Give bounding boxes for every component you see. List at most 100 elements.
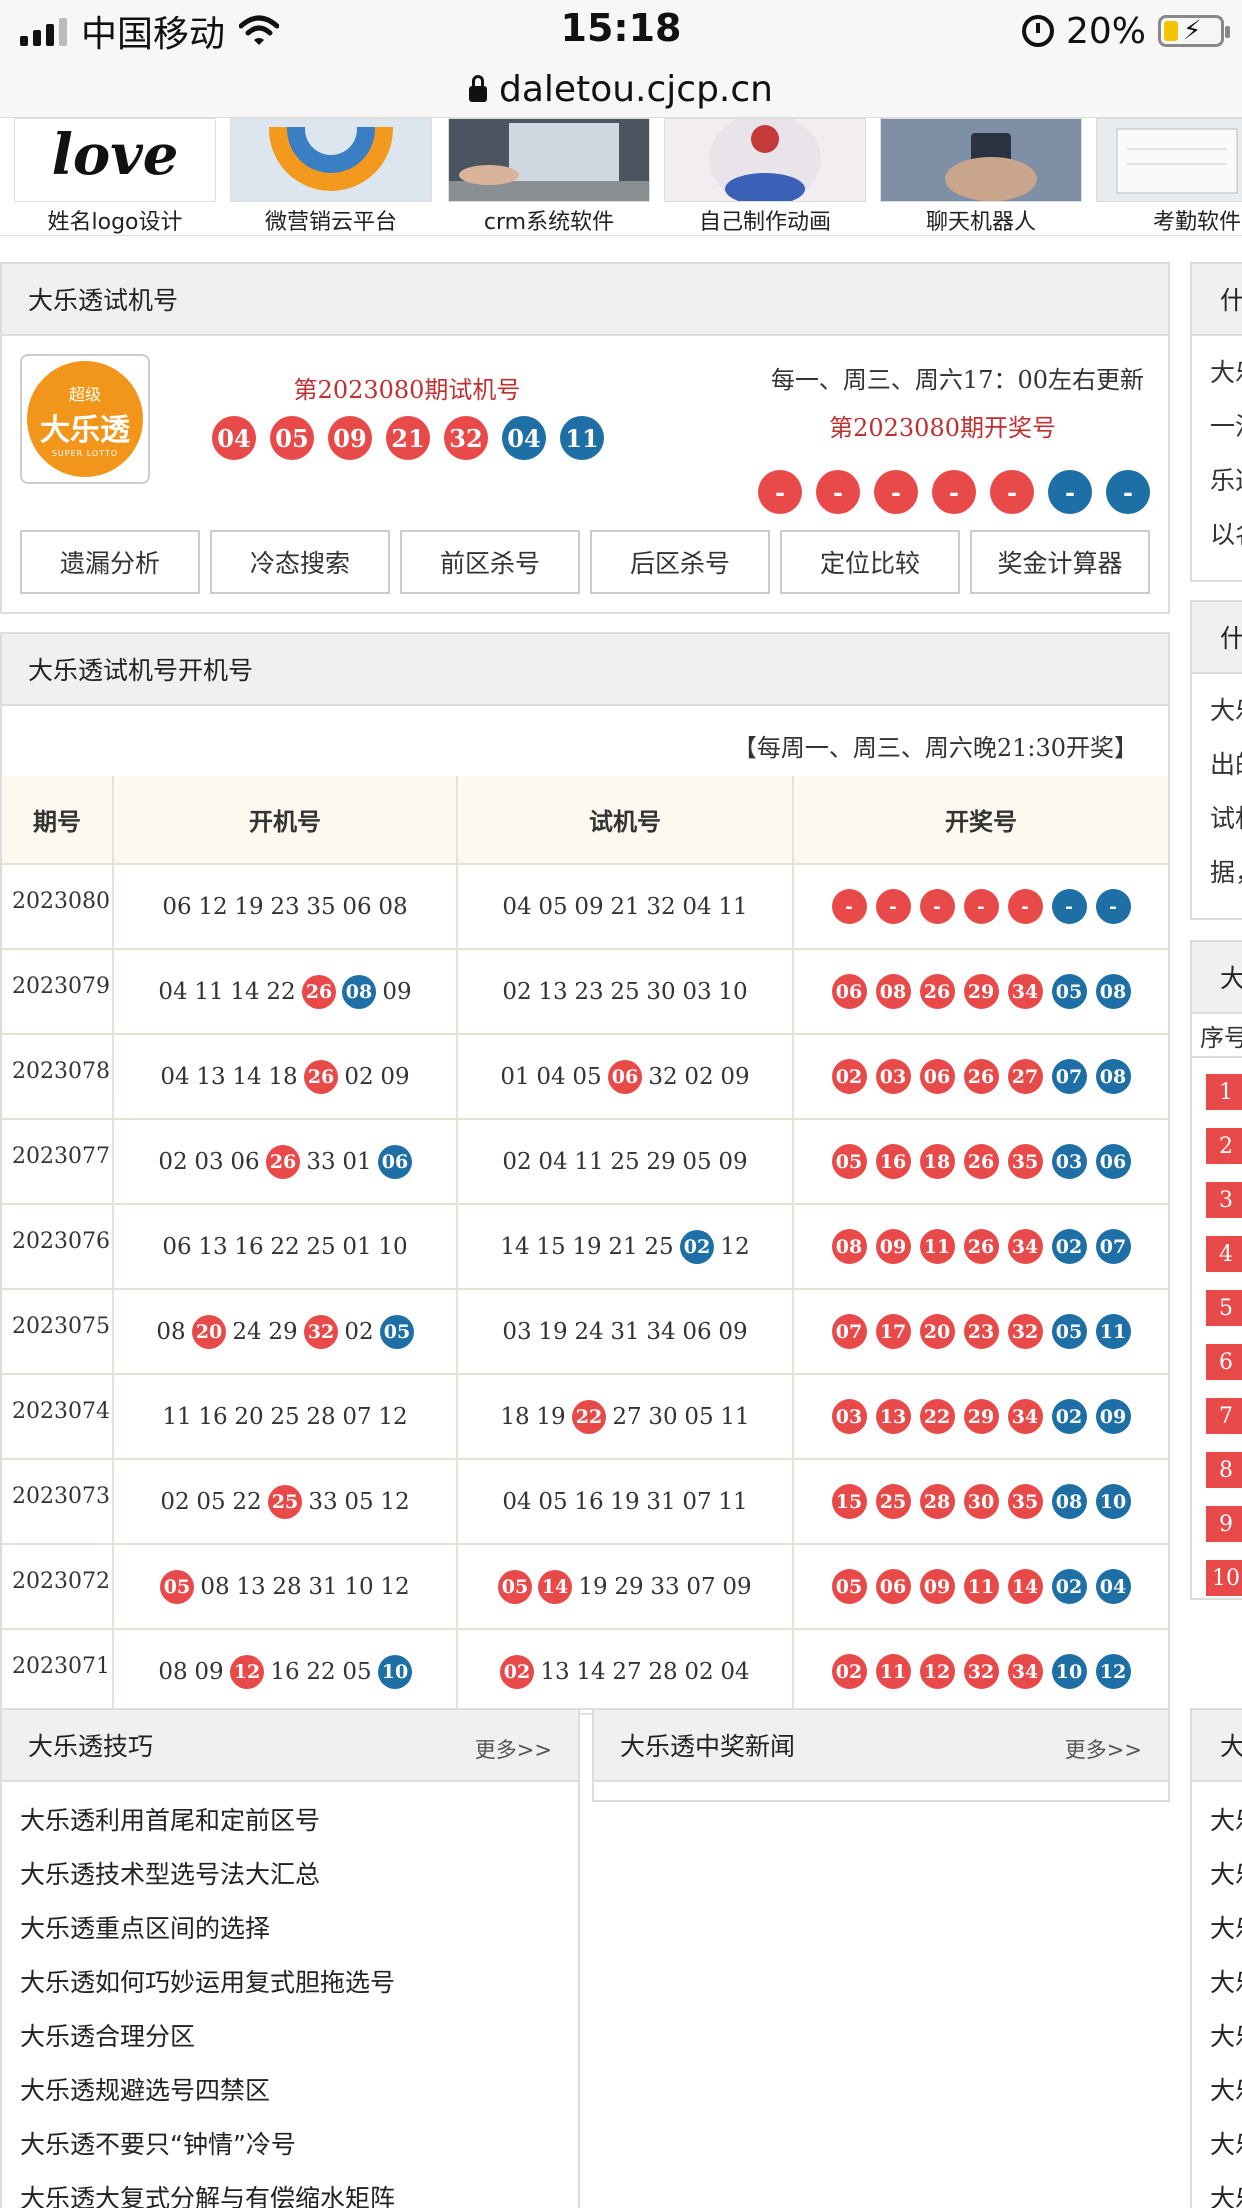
tip-link[interactable]: 大乐透不要只“钟情”冷号 <box>2 2116 578 2170</box>
side-text-line: 大乐 <box>1210 358 1242 387</box>
prize-calculator-button[interactable]: 奖金计算器 <box>970 530 1150 594</box>
prize-number-cell: 02 11 12 32 34 10 12 <box>793 1629 1168 1715</box>
red-ball: - <box>874 470 918 514</box>
open-number-cell: 06 12 19 23 35 06 08 <box>113 864 458 950</box>
number: 22 <box>232 1488 262 1515</box>
tip-link[interactable]: 大乐透如何巧妙运用复式胆拖选号 <box>2 1954 578 2008</box>
tip-link[interactable]: 大乐透合理分区 <box>2 2008 578 2062</box>
tip-link[interactable]: 大乐透重点区间的选择 <box>2 1900 578 1954</box>
column-header: 期号 <box>2 776 114 865</box>
number: 35 <box>306 893 336 920</box>
number-group: 11 16 20 25 28 07 12 <box>162 1400 408 1434</box>
number-group: 04 05 09 21 32 04 11 <box>502 890 748 924</box>
red-ball: 15 <box>831 1484 867 1519</box>
ad-item[interactable]: 微营销云平台 <box>230 118 432 235</box>
blue-ball: 08 <box>1051 1484 1087 1519</box>
blue-ball: - <box>1048 470 1092 514</box>
side-list-link[interactable]: 大乐 <box>1192 2116 1242 2170</box>
number: 14 <box>232 1063 262 1090</box>
red-ball: 30 <box>963 1484 999 1519</box>
ad-item[interactable]: 聊天机器人 <box>880 118 1082 235</box>
number: 14 <box>576 1658 606 1685</box>
red-ball: - <box>919 889 955 924</box>
number: 22 <box>306 1658 336 1685</box>
red-ball: 14 <box>1007 1569 1043 1604</box>
address-bar[interactable]: daletou.cjcp.cn <box>0 62 1242 118</box>
side-list-link[interactable]: 大乐 <box>1192 1792 1242 1846</box>
ad-caption: 聊天机器人 <box>925 210 1036 235</box>
tip-link[interactable]: 大乐透利用首尾和定前区号 <box>2 1792 578 1846</box>
trial-ball-row: 04 05 09 21 32 04 11 <box>212 416 604 460</box>
number: 28 <box>306 1403 336 1430</box>
number: 24 <box>574 1318 604 1345</box>
trial-number-panel: 大乐透试机号 超级 大乐透 SUPER LOTTO 第2023080期试机号 0… <box>0 262 1170 614</box>
front-kill-button[interactable]: 前区杀号 <box>400 530 580 594</box>
ad-thumbnail: love <box>14 118 216 202</box>
side-list-link[interactable]: 大乐 <box>1192 1900 1242 1954</box>
miss-analysis-button[interactable]: 遗漏分析 <box>20 530 200 594</box>
red-ball: - <box>990 470 1034 514</box>
blue-ball: 02 <box>680 1229 714 1264</box>
number: 29 <box>268 1318 298 1345</box>
table-row: 2023079 04 11 14 22 26 08 09 02 13 23 25 30 03 10 06 08 2… <box>2 949 1168 1035</box>
prize-number-cell: 15 25 28 30 35 08 10 <box>793 1459 1168 1545</box>
number: 10 <box>378 1233 408 1260</box>
number: 22 <box>266 978 296 1005</box>
rank-badge: 5 <box>1206 1290 1242 1326</box>
number: 09 <box>194 1658 224 1685</box>
results-panel: 大乐透试机号开机号 【每周一、周三、周六晚21:30开奖】 期号 开机号 试机号… <box>0 632 1170 1715</box>
side-list-link[interactable]: 大乐 <box>1192 1846 1242 1900</box>
number: 05 <box>344 1488 374 1515</box>
number: 32 <box>646 893 676 920</box>
ad-item[interactable]: crm系统软件 <box>448 118 650 235</box>
number: 04 <box>502 1488 532 1515</box>
red-ball: 32 <box>444 416 488 460</box>
red-ball: 32 <box>1007 1314 1043 1349</box>
number: 19 <box>572 1233 602 1260</box>
trial-number-cell: 02 13 14 27 28 02 04 <box>457 1629 794 1715</box>
period-cell: 2023071 <box>2 1629 114 1715</box>
more-link[interactable]: 更多>> <box>1065 1734 1142 1764</box>
side-list-link[interactable]: 大乐 <box>1192 2170 1242 2208</box>
number-group: 08 20 24 29 32 02 05 <box>156 1314 414 1349</box>
number-group: 01 04 05 06 32 02 09 <box>500 1059 750 1094</box>
prize-ball-group: 02 03 06 26 27 07 08 <box>831 1059 1131 1094</box>
red-ball: 26 <box>963 1059 999 1094</box>
ad-item[interactable]: love 姓名logo设计 <box>14 118 216 235</box>
cold-search-button[interactable]: 冷态搜索 <box>210 530 390 594</box>
number: 25 <box>610 978 640 1005</box>
blue-ball: 10 <box>1051 1654 1087 1689</box>
ad-caption: 微营销云平台 <box>264 210 397 235</box>
number: 01 <box>342 1233 372 1260</box>
lock-icon <box>469 74 488 102</box>
side-list-link[interactable]: 大乐 <box>1192 2008 1242 2062</box>
red-ball: - <box>758 470 802 514</box>
number: 02 <box>344 1063 374 1090</box>
rank-column-header: 序号 <box>1192 1014 1242 1058</box>
number-group: 04 11 14 22 26 08 09 <box>158 974 412 1009</box>
red-ball: 08 <box>831 1229 867 1264</box>
red-ball: 34 <box>1007 974 1043 1009</box>
number: 30 <box>648 1403 678 1430</box>
side-text-line: 大乐 <box>1210 696 1242 725</box>
ad-item[interactable]: 自己制作动画 <box>664 118 866 235</box>
trial-number-cell: 02 04 11 25 29 05 09 <box>457 1119 794 1205</box>
back-kill-button[interactable]: 后区杀号 <box>590 530 770 594</box>
number: 13 <box>198 1233 228 1260</box>
red-ball: 26 <box>963 1144 999 1179</box>
open-number-cell: 02 05 22 25 33 05 12 <box>113 1459 458 1545</box>
more-link[interactable]: 更多>> <box>475 1734 552 1764</box>
tip-link[interactable]: 大乐透大复式分解与有偿缩水矩阵 <box>2 2170 578 2208</box>
tip-link[interactable]: 大乐透规避选号四禁区 <box>2 2062 578 2116</box>
number: 19 <box>536 1403 566 1430</box>
ad-item[interactable]: 考勤软件 <box>1096 118 1242 235</box>
side-list-link[interactable]: 大乐 <box>1192 2062 1242 2116</box>
side-list-link[interactable]: 大乐 <box>1192 1954 1242 2008</box>
position-compare-button[interactable]: 定位比较 <box>780 530 960 594</box>
number-group: 04 13 14 18 26 02 09 <box>160 1059 410 1094</box>
red-ball: 25 <box>268 1484 302 1519</box>
column-header: 开奖号 <box>793 776 1168 865</box>
number: 11 <box>194 978 224 1005</box>
tip-link[interactable]: 大乐透技术型选号法大汇总 <box>2 1846 578 1900</box>
rank-badge: 2 <box>1206 1128 1242 1164</box>
